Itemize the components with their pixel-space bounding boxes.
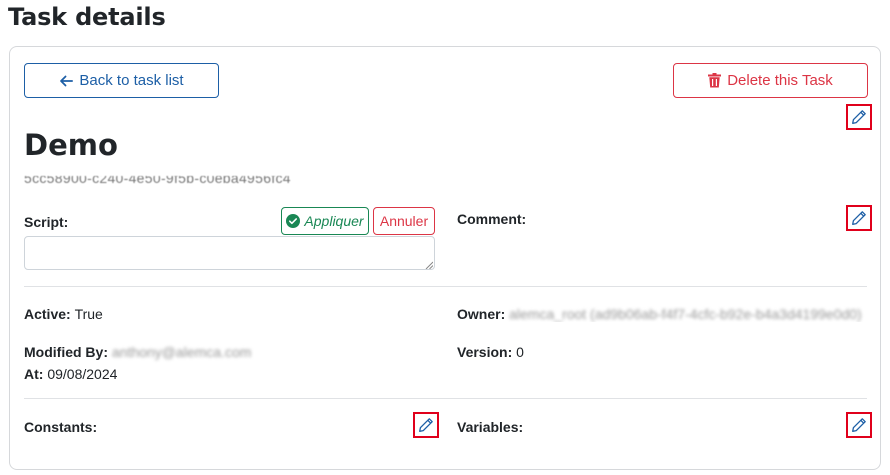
pencil-icon xyxy=(852,418,866,432)
check-circle-icon xyxy=(286,214,301,228)
back-button-label: Back to task list xyxy=(79,72,184,89)
trash-icon xyxy=(708,73,722,88)
pencil-icon xyxy=(852,110,866,124)
owner-value: alemca_root (ad9b06ab-f4f7-4cfc-b92e-b4a… xyxy=(509,306,862,322)
edit-variables-button[interactable] xyxy=(846,412,872,438)
section-divider xyxy=(24,286,867,287)
variables-label: Variables: xyxy=(457,419,524,435)
section-divider xyxy=(24,398,867,399)
active-label: Active: xyxy=(24,306,71,322)
resize-grip-icon[interactable] xyxy=(425,261,433,269)
apply-script-button[interactable]: Appliquer xyxy=(281,207,369,235)
page-title: Task details xyxy=(8,3,166,31)
arrow-left-icon xyxy=(60,75,74,86)
active-value: True xyxy=(74,306,103,322)
modified-at-field: At: 09/08/2024 xyxy=(24,366,117,382)
owner-label: Owner: xyxy=(457,306,506,322)
script-textarea[interactable] xyxy=(24,236,435,270)
at-value: 09/08/2024 xyxy=(47,366,118,382)
script-label: Script: xyxy=(24,214,69,230)
version-value: 0 xyxy=(516,344,524,360)
version-field: Version: 0 xyxy=(457,344,524,360)
at-label: At: xyxy=(24,366,44,382)
comment-label: Comment: xyxy=(457,211,527,227)
task-name: Demo xyxy=(24,128,118,162)
back-to-task-list-button[interactable]: Back to task list xyxy=(24,63,219,98)
modified-by-value: anthony@alemca.com xyxy=(111,344,252,360)
edit-constants-button[interactable] xyxy=(413,412,439,438)
modified-by-label: Modified By: xyxy=(24,344,108,360)
constants-label: Constants: xyxy=(24,419,98,435)
pencil-icon xyxy=(419,418,433,432)
version-label: Version: xyxy=(457,344,513,360)
edit-task-name-button[interactable] xyxy=(846,104,872,130)
pencil-icon xyxy=(852,211,866,225)
delete-button-label: Delete this Task xyxy=(727,72,833,89)
edit-comment-button[interactable] xyxy=(846,205,872,231)
active-field: Active: True xyxy=(24,306,103,322)
modified-by-field: Modified By: anthony@alemca.com xyxy=(24,344,251,360)
delete-task-button[interactable]: Delete this Task xyxy=(673,63,868,98)
apply-button-label: Appliquer xyxy=(304,213,364,229)
owner-field: Owner: alemca_root (ad9b06ab-f4f7-4cfc-b… xyxy=(457,306,867,322)
cancel-script-button[interactable]: Annuler xyxy=(373,207,435,235)
task-id: 5cc58900-c240-4e50-9f5b-c0eba4956fc4 xyxy=(24,176,291,186)
